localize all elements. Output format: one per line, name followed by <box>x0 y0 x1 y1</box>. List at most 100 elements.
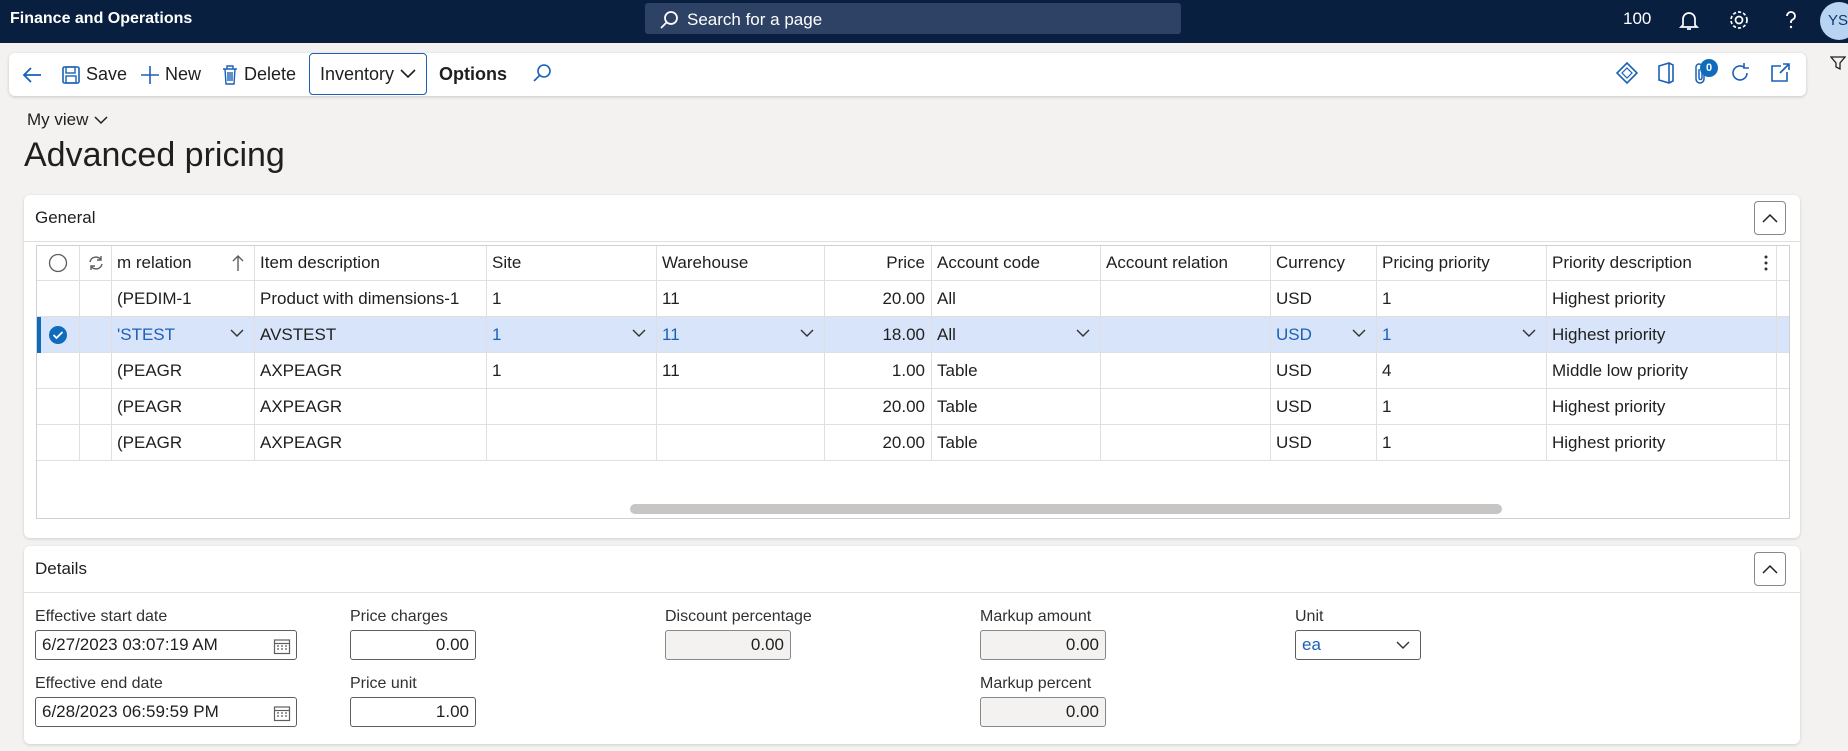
col-header-pricing-priority[interactable]: Pricing priority <box>1377 246 1547 280</box>
delete-button[interactable]: Delete <box>221 53 296 96</box>
col-header-item-relation[interactable]: m relation <box>112 246 255 280</box>
cell-warehouse[interactable] <box>657 389 825 424</box>
cell-item-description[interactable]: Product with dimensions-1 <box>255 281 487 316</box>
cell-account-relation[interactable] <box>1101 353 1271 388</box>
diamond-icon[interactable] <box>1616 62 1638 84</box>
gear-icon[interactable] <box>1727 8 1751 32</box>
cell-warehouse[interactable]: 11 <box>657 353 825 388</box>
cell-site[interactable]: 1 <box>487 281 657 316</box>
options-tab[interactable]: Options <box>439 53 507 96</box>
cell-item-relation[interactable]: (PEAGR <box>112 425 255 460</box>
table-row-selected[interactable]: 'STEST AVSTEST 1 11 18.00 All USD 1 High… <box>37 317 1789 353</box>
refresh-grid-button[interactable] <box>80 246 112 280</box>
row-selector[interactable] <box>37 353 80 388</box>
table-row[interactable]: (PEDIM-1 Product with dimensions-1 1 11 … <box>37 281 1789 317</box>
cell-priority-description[interactable]: Highest priority <box>1547 425 1777 460</box>
search-box[interactable]: Search for a page <box>645 3 1181 34</box>
col-header-account-code[interactable]: Account code <box>932 246 1101 280</box>
cell-item-relation[interactable]: (PEDIM-1 <box>112 281 255 316</box>
cell-account-relation[interactable] <box>1101 425 1271 460</box>
back-button[interactable] <box>21 53 43 96</box>
calendar-icon[interactable] <box>273 704 291 722</box>
cell-item-relation[interactable]: (PEAGR <box>112 353 255 388</box>
user-avatar[interactable]: YS <box>1820 2 1848 40</box>
cell-price[interactable]: 20.00 <box>825 425 932 460</box>
cell-priority-description[interactable]: Middle low priority <box>1547 353 1777 388</box>
cell-item-description[interactable]: AXPEAGR <box>255 389 487 424</box>
cell-account-relation[interactable] <box>1101 317 1271 352</box>
row-selector[interactable] <box>37 425 80 460</box>
cell-account-relation[interactable] <box>1101 281 1271 316</box>
row-selector[interactable] <box>37 317 80 352</box>
cell-priority-description[interactable]: Highest priority <box>1547 389 1777 424</box>
cell-priority-description[interactable]: Highest priority <box>1547 317 1777 352</box>
general-collapse-button[interactable] <box>1754 201 1786 235</box>
office-icon[interactable] <box>1656 62 1676 84</box>
cell-site[interactable] <box>487 389 657 424</box>
new-button[interactable]: New <box>140 53 201 96</box>
cell-item-description[interactable]: AVSTEST <box>255 317 487 352</box>
cell-price[interactable]: 20.00 <box>825 389 932 424</box>
cell-pricing-priority-dropdown[interactable]: 1 <box>1377 317 1547 352</box>
select-all-checkbox[interactable] <box>37 246 80 280</box>
col-header-site[interactable]: Site <box>487 246 657 280</box>
cell-item-description[interactable]: AXPEAGR <box>255 425 487 460</box>
effective-end-date-field[interactable]: 6/28/2023 06:59:59 PM <box>35 697 297 727</box>
zoom-level[interactable]: 100 <box>1623 9 1651 29</box>
search-icon[interactable] <box>531 62 553 84</box>
save-button[interactable]: Save <box>61 53 127 96</box>
price-charges-input[interactable]: 0.00 <box>350 630 476 660</box>
details-collapse-button[interactable] <box>1754 552 1786 586</box>
cell-warehouse[interactable] <box>657 425 825 460</box>
filter-icon[interactable] <box>1830 55 1846 71</box>
cell-pricing-priority[interactable]: 1 <box>1377 425 1547 460</box>
cell-account-code[interactable]: Table <box>932 353 1101 388</box>
refresh-icon[interactable] <box>1729 62 1751 84</box>
bell-icon[interactable] <box>1677 8 1701 32</box>
open-new-window-icon[interactable] <box>1769 62 1791 84</box>
help-icon[interactable] <box>1779 8 1803 32</box>
col-header-item-description[interactable]: Item description <box>255 246 487 280</box>
cell-item-relation-dropdown[interactable]: 'STEST <box>112 317 255 352</box>
price-unit-input[interactable]: 1.00 <box>350 697 476 727</box>
cell-warehouse-dropdown[interactable]: 11 <box>657 317 825 352</box>
inventory-menu-button[interactable]: Inventory <box>309 53 427 95</box>
cell-warehouse[interactable]: 11 <box>657 281 825 316</box>
cell-account-code[interactable]: Table <box>932 389 1101 424</box>
col-header-account-relation[interactable]: Account relation <box>1101 246 1271 280</box>
cell-price[interactable]: 18.00 <box>825 317 932 352</box>
col-header-warehouse[interactable]: Warehouse <box>657 246 825 280</box>
effective-start-date-field[interactable]: 6/27/2023 03:07:19 AM <box>35 630 297 660</box>
cell-item-description[interactable]: AXPEAGR <box>255 353 487 388</box>
cell-currency[interactable]: USD <box>1271 281 1377 316</box>
cell-site[interactable]: 1 <box>487 353 657 388</box>
cell-item-relation[interactable]: (PEAGR <box>112 389 255 424</box>
table-row[interactable]: (PEAGR AXPEAGR 1 11 1.00 Table USD 4 Mid… <box>37 353 1789 389</box>
app-title[interactable]: Finance and Operations <box>10 10 192 28</box>
cell-site[interactable] <box>487 425 657 460</box>
row-selector[interactable] <box>37 281 80 316</box>
cell-account-relation[interactable] <box>1101 389 1271 424</box>
cell-account-code-dropdown[interactable]: All <box>932 317 1101 352</box>
col-header-currency[interactable]: Currency <box>1271 246 1377 280</box>
more-options-icon[interactable] <box>1764 255 1768 271</box>
col-header-priority-description[interactable]: Priority description <box>1547 246 1777 280</box>
table-row[interactable]: (PEAGR AXPEAGR 20.00 Table USD 1 Highest… <box>37 425 1789 461</box>
horizontal-scrollbar[interactable] <box>630 504 1502 514</box>
cell-priority-description[interactable]: Highest priority <box>1547 281 1777 316</box>
row-selector[interactable] <box>37 389 80 424</box>
cell-currency[interactable]: USD <box>1271 353 1377 388</box>
cell-pricing-priority[interactable]: 1 <box>1377 281 1547 316</box>
cell-currency[interactable]: USD <box>1271 425 1377 460</box>
cell-price[interactable]: 20.00 <box>825 281 932 316</box>
details-section-title[interactable]: Details <box>35 559 87 579</box>
cell-site-dropdown[interactable]: 1 <box>487 317 657 352</box>
table-row[interactable]: (PEAGR AXPEAGR 20.00 Table USD 1 Highest… <box>37 389 1789 425</box>
cell-pricing-priority[interactable]: 1 <box>1377 389 1547 424</box>
cell-price[interactable]: 1.00 <box>825 353 932 388</box>
cell-currency[interactable]: USD <box>1271 389 1377 424</box>
cell-pricing-priority[interactable]: 4 <box>1377 353 1547 388</box>
cell-account-code[interactable]: All <box>932 281 1101 316</box>
view-selector[interactable]: My view <box>27 110 108 130</box>
cell-account-code[interactable]: Table <box>932 425 1101 460</box>
